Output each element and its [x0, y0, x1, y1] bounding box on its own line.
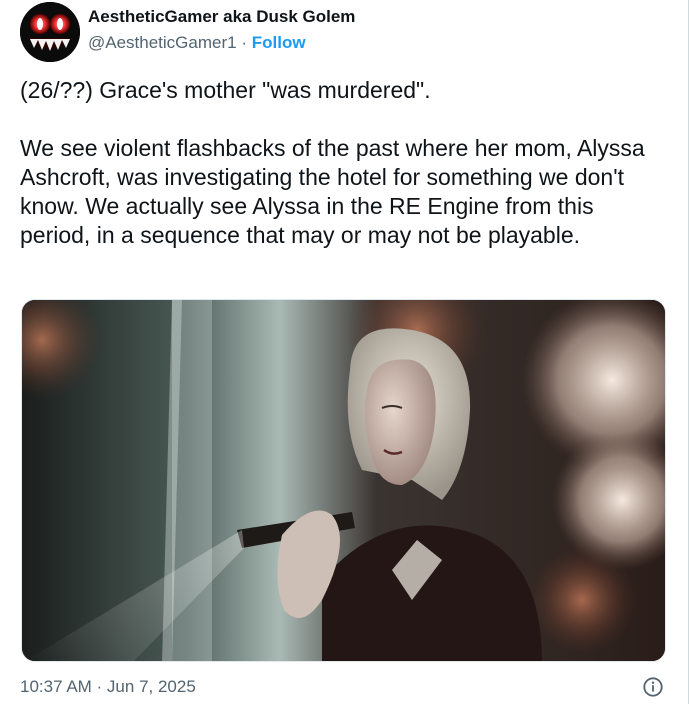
follow-button[interactable]: Follow: [252, 33, 306, 52]
author-info: AestheticGamer aka Dusk Golem @Aesthetic…: [88, 7, 355, 53]
info-circle-icon[interactable]: [642, 676, 664, 698]
avatar[interactable]: [20, 2, 80, 62]
author-handle[interactable]: @AestheticGamer1: [88, 33, 237, 52]
separator-dot: ·: [241, 33, 247, 52]
author-handle-row: @AestheticGamer1 · Follow: [88, 33, 355, 53]
tweet-text: (26/??) Grace's mother "was murdered". W…: [20, 76, 670, 250]
tweet-header: AestheticGamer aka Dusk Golem @Aesthetic…: [20, 0, 660, 62]
tweet-paragraph: We see violent flashbacks of the past wh…: [20, 135, 645, 248]
tweet-media-image[interactable]: [21, 299, 666, 662]
tweet-timestamp[interactable]: 10:37 AM · Jun 7, 2025: [20, 677, 196, 696]
woman-with-flashlight-image: [22, 300, 665, 661]
tweet-paragraph: (26/??) Grace's mother "was murdered".: [20, 77, 431, 103]
monster-face-avatar-image: [20, 2, 80, 62]
tweet-card: AestheticGamer aka Dusk Golem @Aesthetic…: [0, 0, 689, 704]
tweet-footer: 10:37 AM · Jun 7, 2025: [20, 676, 670, 698]
author-display-name[interactable]: AestheticGamer aka Dusk Golem: [88, 7, 355, 27]
